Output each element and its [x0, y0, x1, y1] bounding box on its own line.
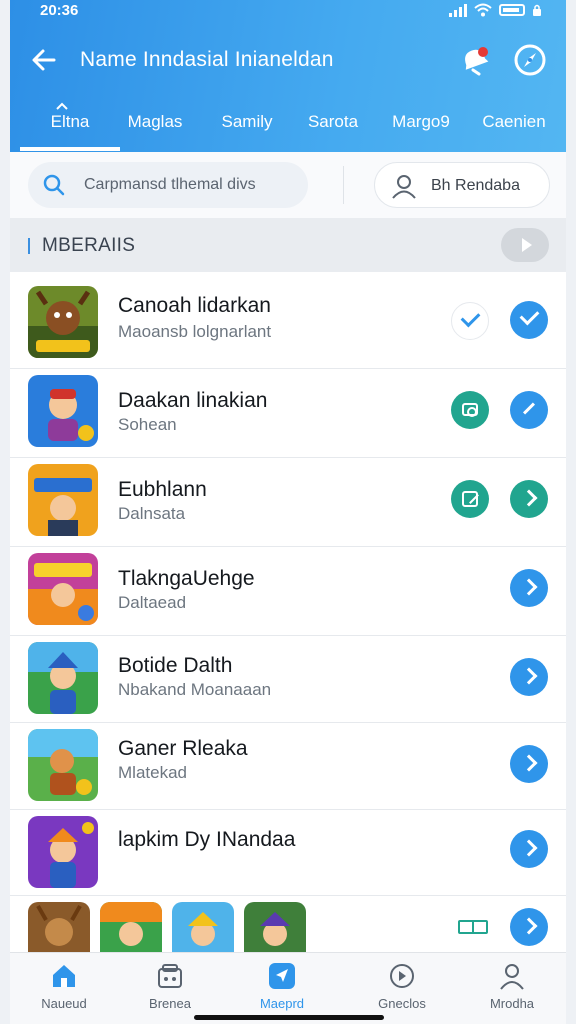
item-title: lapkim Dy INandaa	[118, 828, 296, 851]
list-item[interactable]: TlakngaUehge Daltaead	[10, 547, 566, 636]
store-icon	[158, 964, 182, 988]
tab-sarota[interactable]: Sarota	[298, 112, 368, 132]
compass-icon[interactable]	[512, 42, 548, 78]
nav-item-explore[interactable]: Gneclos	[352, 961, 452, 1011]
edit-icon	[462, 491, 478, 507]
tab-indicator-icon	[56, 102, 68, 110]
nav-label: Mrodha	[489, 996, 535, 1011]
play-button[interactable]	[501, 228, 549, 262]
item-subtitle: Daltaead	[118, 593, 187, 612]
nav-label: Gneclos	[378, 996, 426, 1011]
user-filter-button[interactable]: Bh Rendaba	[374, 162, 550, 208]
open-button[interactable]	[510, 658, 548, 696]
game-thumbnail	[28, 816, 98, 888]
game-thumbnail	[28, 375, 98, 447]
list-item[interactable]: Daakan linakian Sohean	[10, 369, 566, 458]
tab-samily[interactable]: Samily	[212, 112, 282, 132]
section-accent	[28, 238, 30, 254]
section-header: MBERAIIS	[10, 218, 566, 272]
item-subtitle: Maoansb lolgnarlant	[118, 322, 272, 341]
item-title: Canoah lidarkan	[118, 294, 271, 317]
list-item[interactable]: Eubhlann Dalnsata	[10, 458, 566, 547]
status-icons	[449, 3, 542, 17]
game-thumbnail	[28, 729, 98, 801]
explore-icon	[390, 964, 414, 988]
list-item[interactable]: Ganer Rleaka Mlatekad	[10, 723, 566, 810]
tab-bar: Eltna Maglas Samily Sarota Margo9 Caenie…	[10, 100, 566, 152]
item-subtitle: Dalnsata	[118, 504, 186, 523]
item-subtitle: Mlatekad	[118, 763, 187, 782]
notification-icon[interactable]	[457, 42, 493, 78]
search-input[interactable]: Carpmansd tlhemal divs	[28, 162, 308, 208]
tab-eltna[interactable]: Eltna	[20, 112, 120, 151]
nav-item-navigate[interactable]: Maeprd	[232, 961, 332, 1011]
confirm-button[interactable]	[510, 301, 548, 339]
status-bar: 20:36	[10, 0, 566, 22]
status-time: 20:36	[40, 2, 79, 19]
lock-status-icon	[533, 4, 541, 16]
nav-item-store[interactable]: Brenea	[120, 961, 220, 1011]
tab-caenien[interactable]: Caenien	[476, 112, 552, 132]
nav-item-home[interactable]: Naueud	[14, 961, 114, 1011]
camera-button[interactable]	[451, 391, 489, 429]
person-icon	[392, 175, 416, 199]
back-arrow-icon[interactable]	[28, 44, 60, 76]
tab-margo9[interactable]: Margo9	[384, 112, 458, 132]
camera-icon	[462, 403, 478, 417]
signal-icon	[449, 3, 467, 17]
edit-note-button[interactable]	[451, 480, 489, 518]
list-item[interactable]: lapkim Dy INandaa	[10, 810, 566, 896]
open-button[interactable]	[510, 569, 548, 607]
search-icon	[43, 174, 65, 196]
nav-item-profile[interactable]: Mrodha	[462, 961, 562, 1011]
divider	[343, 166, 344, 204]
home-icon	[53, 965, 75, 987]
item-title: Eubhlann	[118, 478, 207, 501]
title-bar: Name Inndasial Inianeldan	[10, 36, 566, 84]
open-button[interactable]	[510, 480, 548, 518]
nav-label: Brenea	[149, 996, 191, 1011]
section-title: MBERAIIS	[42, 235, 136, 256]
app-header: 20:36 Name Inndasial Inianeldan Eltna Ma…	[10, 0, 566, 152]
battery-icon	[499, 4, 525, 16]
item-title: Daakan linakian	[118, 389, 268, 412]
game-thumbnail	[28, 553, 98, 625]
nav-label: Maeprd	[259, 996, 305, 1011]
open-button[interactable]	[510, 830, 548, 868]
item-title: Ganer Rleaka	[118, 737, 248, 760]
media-badge-icon	[458, 920, 488, 934]
game-thumbnail	[28, 464, 98, 536]
profile-icon	[500, 964, 524, 990]
page-title: Name Inndasial Inianeldan	[80, 48, 334, 71]
open-button[interactable]	[510, 908, 548, 946]
game-thumbnail	[28, 642, 98, 714]
open-button[interactable]	[510, 745, 548, 783]
nav-label: Naueud	[41, 996, 87, 1011]
home-indicator	[194, 1015, 384, 1020]
wifi-icon	[474, 3, 492, 17]
item-subtitle: Sohean	[118, 415, 177, 434]
item-subtitle: Nbakand Moanaaan	[118, 680, 272, 699]
edit-button[interactable]	[510, 391, 548, 429]
navigate-icon	[269, 963, 295, 989]
item-title: Botide Dalth	[118, 654, 233, 677]
search-row: Carpmansd tlhemal divs Bh Rendaba	[10, 152, 566, 218]
user-filter-label: Bh Rendaba	[431, 177, 520, 194]
app-screen: 20:36 Name Inndasial Inianeldan Eltna Ma…	[0, 0, 576, 1024]
bottom-nav: Naueud Brenea Maeprd Gneclos Mrodha	[10, 952, 566, 1024]
item-title: TlakngaUehge	[118, 567, 255, 590]
list-item[interactable]: Botide Dalth Nbakand Moanaaan	[10, 636, 566, 723]
tab-maglas[interactable]: Maglas	[120, 112, 190, 132]
game-thumbnail	[28, 286, 98, 358]
thumbnail-strip-row[interactable]	[10, 896, 566, 962]
search-placeholder: Carpmansd tlhemal divs	[84, 176, 256, 193]
game-list: Canoah lidarkan Maoansb lolgnarlant Daak…	[10, 272, 566, 962]
list-item[interactable]: Canoah lidarkan Maoansb lolgnarlant	[10, 272, 566, 369]
checkmark-icon[interactable]	[451, 302, 489, 340]
